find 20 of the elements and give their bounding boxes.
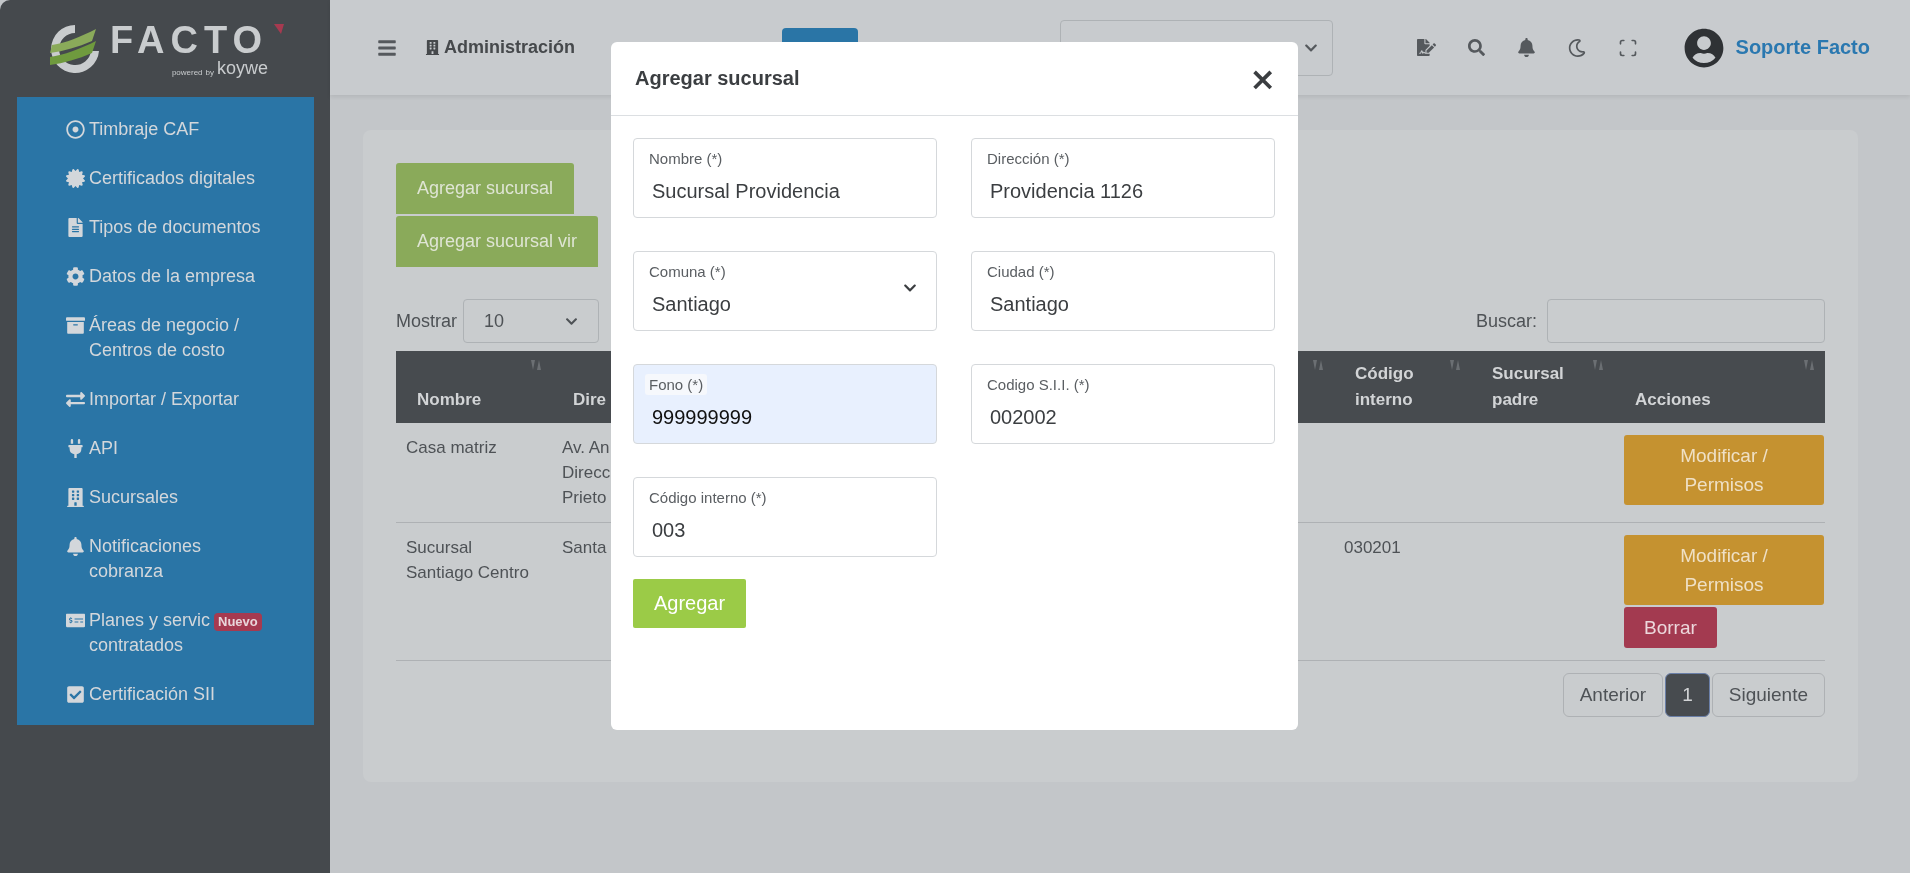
field-label: Ciudad (*) [986,262,1056,282]
field-label: Dirección (*) [986,149,1071,169]
table-cell-text: 030201 [1344,537,1401,559]
new-badge: Nuevo [214,613,262,631]
table-cell-text: Sucursal Santiago Centro [406,537,530,584]
logo-tagline: by [205,68,214,77]
table-cell-text: Av. An Direcc Prieto [562,437,611,509]
field-label: Fono (*) [645,374,708,395]
logo-wordmark: FACTO [109,20,269,59]
field-label: Código interno (*) [648,488,768,508]
field-label: Comuna (*) [648,262,727,282]
logo-brand: koywe [217,58,269,77]
logo-tagline: powered [171,68,203,77]
show-label: Mostrar [396,310,457,332]
field-label: Nombre (*) [648,149,724,169]
modal-title: Agregar sucursal [635,67,800,90]
field-label: Codigo S.I.I. (*) [986,375,1091,395]
search-label: Buscar: [1475,310,1537,332]
table-cell-text: Casa matriz [406,437,497,459]
table-cell-text: Santa [562,537,607,559]
